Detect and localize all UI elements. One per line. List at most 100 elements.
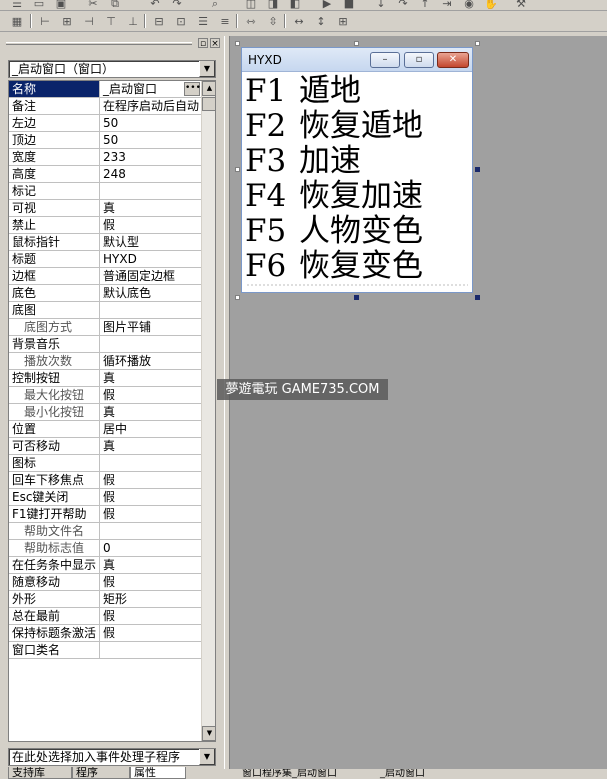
property-value[interactable]: 假 — [101, 489, 201, 505]
height-icon[interactable]: ↕ — [312, 14, 330, 30]
property-row[interactable]: 鼠标指针 默认型 — [9, 234, 201, 251]
property-row[interactable]: F1键打开帮助假 — [9, 506, 201, 523]
property-row[interactable]: 高度 248 — [9, 166, 201, 183]
property-value[interactable]: HYXD — [101, 251, 201, 267]
align-center-icon[interactable]: ⊞ — [58, 14, 76, 30]
align-right-icon[interactable]: ⊣ — [80, 14, 98, 30]
property-value[interactable]: 假 — [101, 625, 201, 641]
property-value[interactable] — [101, 642, 201, 658]
property-row[interactable]: Esc键关闭假 — [9, 489, 201, 506]
object-selector[interactable]: _启动窗口（窗口） ▼ — [8, 60, 216, 78]
property-value[interactable]: 248 — [101, 166, 201, 182]
tab-startup-window[interactable]: _启动窗口 — [372, 769, 446, 779]
tab-support-library[interactable]: 支持库 — [8, 767, 72, 779]
property-value[interactable] — [101, 183, 201, 199]
run-to-cursor-icon[interactable]: ⇥ — [438, 0, 456, 12]
property-row[interactable]: 播放次数 循环播放 — [9, 353, 201, 370]
chevron-down-icon[interactable]: ▼ — [199, 749, 215, 765]
resize-handle[interactable] — [475, 41, 480, 46]
property-row[interactable]: 底图 — [9, 302, 201, 319]
property-value[interactable]: 居中 — [101, 421, 201, 437]
property-value[interactable]: 假 — [101, 574, 201, 590]
property-value[interactable]: 在程序启动后自动 — [101, 98, 201, 114]
property-value[interactable]: 真 — [101, 200, 201, 216]
resize-handle[interactable] — [354, 41, 359, 46]
run-icon[interactable]: ▶ — [318, 0, 336, 12]
property-value[interactable]: 50 — [101, 115, 201, 131]
resize-handle[interactable] — [354, 295, 359, 300]
cut-icon[interactable]: ✂ — [84, 0, 102, 12]
copy-icon[interactable]: ⧉ — [106, 0, 124, 12]
same-width-icon[interactable]: ☰ — [194, 14, 212, 30]
property-value[interactable] — [101, 302, 201, 318]
space-v-icon[interactable]: ⇳ — [264, 14, 282, 30]
property-row[interactable]: 名称 _启动窗口 ••• — [9, 81, 201, 98]
property-value[interactable]: 假 — [101, 217, 201, 233]
property-row[interactable]: 左边 50 — [9, 115, 201, 132]
property-row[interactable]: 禁止假 — [9, 217, 201, 234]
scroll-down-icon[interactable]: ▼ — [202, 726, 215, 741]
close-icon[interactable]: × — [210, 38, 220, 49]
property-row[interactable]: 标记 — [9, 183, 201, 200]
property-row[interactable]: 顶边 50 — [9, 132, 201, 149]
property-value[interactable]: 循环播放 — [101, 353, 201, 369]
property-row[interactable]: 回车下移焦点假 — [9, 472, 201, 489]
tab-program[interactable]: 程序 — [72, 767, 130, 779]
resize-handle[interactable] — [235, 167, 240, 172]
align-top-icon[interactable]: ⊤ — [102, 14, 120, 30]
property-row[interactable]: 背景音乐 — [9, 336, 201, 353]
property-value[interactable] — [101, 336, 201, 352]
open-icon[interactable]: ▭ — [30, 0, 48, 12]
grid-icon[interactable]: ⊞ — [334, 14, 352, 30]
width-icon[interactable]: ↔ — [290, 14, 308, 30]
property-value[interactable]: 假 — [101, 472, 201, 488]
step-into-icon[interactable]: ↓ — [372, 0, 390, 12]
property-row[interactable]: 总在最前假 — [9, 608, 201, 625]
scroll-thumb[interactable] — [202, 97, 215, 111]
property-value[interactable]: 真 — [101, 404, 201, 420]
center-v-icon[interactable]: ⊡ — [172, 14, 190, 30]
property-value[interactable]: 图片平铺 — [101, 319, 201, 335]
property-row[interactable]: 最大化按钮假 — [9, 387, 201, 404]
property-row[interactable]: 窗口类名 — [9, 642, 201, 659]
property-row[interactable]: 外形 矩形 — [9, 591, 201, 608]
layout3-icon[interactable]: ◧ — [286, 0, 304, 12]
layout-icon[interactable]: ◫ — [242, 0, 260, 12]
property-row[interactable]: 在任务条中显示真 — [9, 557, 201, 574]
space-h-icon[interactable]: ⇿ — [242, 14, 260, 30]
preview-window[interactable]: HYXD – ▫ ✕ F1 遁地 F2 恢复遁地 F3 加速 F4 恢复加速 F5 人物变色 F6 恢… — [241, 47, 473, 293]
property-value[interactable]: 50 — [101, 132, 201, 148]
breakpoint-icon[interactable]: ◉ — [460, 0, 478, 12]
tab-properties[interactable]: 属性 — [130, 767, 186, 779]
property-row[interactable]: 边框 普通固定边框 — [9, 268, 201, 285]
minimize-icon[interactable]: – — [370, 52, 400, 68]
property-row[interactable]: 底图方式 图片平铺 — [9, 319, 201, 336]
step-over-icon[interactable]: ↷ — [394, 0, 412, 12]
property-value[interactable]: 0 — [101, 540, 201, 556]
property-value[interactable]: 真 — [101, 438, 201, 454]
align-bottom-icon[interactable]: ⊥ — [124, 14, 142, 30]
align-left-icon[interactable]: ⊢ — [36, 14, 54, 30]
property-value[interactable]: 默认型 — [101, 234, 201, 250]
redo-icon[interactable]: ↷ — [168, 0, 186, 12]
save-icon[interactable]: ▣ — [52, 0, 70, 12]
stop-icon[interactable]: ■ — [340, 0, 358, 12]
same-height-icon[interactable]: ≡ — [216, 14, 234, 30]
center-h-icon[interactable]: ⊟ — [150, 14, 168, 30]
property-row[interactable]: 宽度 233 — [9, 149, 201, 166]
panel-grip[interactable] — [6, 42, 192, 45]
property-value[interactable]: 假 — [101, 506, 201, 522]
property-row[interactable]: 保持标题条激活假 — [9, 625, 201, 642]
event-selector[interactable]: 在此处选择加入事件处理子程序 ▼ — [8, 748, 216, 766]
property-row[interactable]: 可视真 — [9, 200, 201, 217]
property-row[interactable]: 随意移动假 — [9, 574, 201, 591]
property-row[interactable]: 图标 — [9, 455, 201, 472]
property-value[interactable]: 默认底色 — [101, 285, 201, 301]
property-row[interactable]: 备注 在程序启动后自动 — [9, 98, 201, 115]
property-row[interactable]: 控制按钮真 — [9, 370, 201, 387]
undo-icon[interactable]: ↶ — [146, 0, 164, 12]
property-value[interactable] — [101, 523, 201, 539]
scroll-up-icon[interactable]: ▲ — [202, 81, 215, 96]
step-out-icon[interactable]: ↑ — [416, 0, 434, 12]
form-icon[interactable]: ▦ — [8, 14, 26, 30]
